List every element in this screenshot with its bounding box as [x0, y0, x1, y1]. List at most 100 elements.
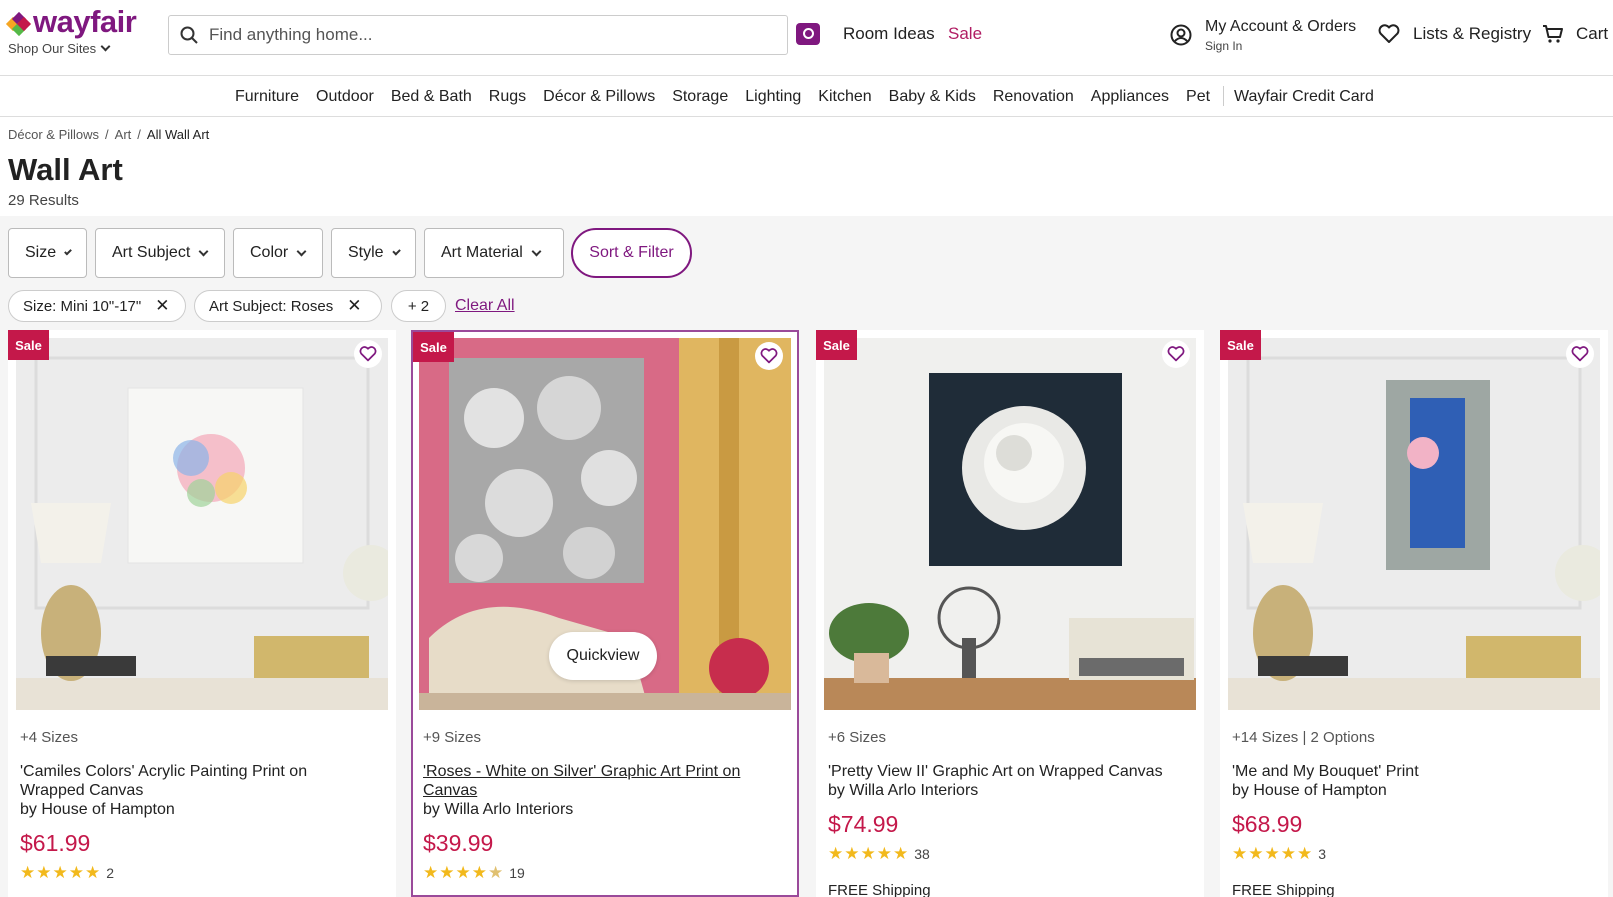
favorite-button[interactable]: [1566, 340, 1594, 368]
nav-item-credit-card[interactable]: Wayfair Credit Card: [1234, 88, 1374, 106]
product-card[interactable]: Sale +4 Sizes 'Camiles Colors' Acrylic P…: [8, 330, 396, 897]
favorite-button[interactable]: [1162, 340, 1190, 368]
sort-filter-button[interactable]: Sort & Filter: [571, 228, 692, 278]
quickview-button[interactable]: Quickview: [549, 632, 657, 680]
star-icon: ★: [828, 844, 844, 863]
top-header: wayfair Shop Our Sites Room Ideas Sale M…: [0, 0, 1613, 76]
nav-item[interactable]: Furniture: [235, 88, 299, 106]
star-icon: ★: [85, 863, 101, 882]
chip-label: Size: Mini 10"-17": [23, 297, 142, 315]
product-price: $74.99: [828, 811, 899, 837]
sale-badge: Sale: [1220, 330, 1261, 360]
nav-items: Furniture Outdoor Bed & Bath Rugs Décor & Pi…: [235, 88, 1227, 106]
camera-search-icon[interactable]: [796, 23, 820, 45]
rating-stars: ★ ★ ★ ★ ★ 19: [423, 864, 525, 881]
rating-stars: ★ ★ ★ ★ ★ 3: [1232, 845, 1326, 862]
filter-label: Style: [348, 244, 384, 261]
filter-size-button[interactable]: Size: [8, 228, 87, 278]
nav-divider: [1223, 86, 1224, 106]
favorite-button[interactable]: [354, 340, 382, 368]
heart-icon[interactable]: [1378, 24, 1400, 44]
filter-art-subject-button[interactable]: Art Subject: [95, 228, 225, 278]
star-icon: ★: [36, 863, 52, 882]
product-name[interactable]: 'Me and My Bouquet' Print: [1232, 763, 1419, 780]
star-icon: ★: [844, 844, 860, 863]
product-card[interactable]: Sale +6 Sizes 'Pretty View II' Graphic A…: [816, 330, 1204, 897]
product-title[interactable]: 'Me and My Bouquet' Print by House of Ha…: [1232, 762, 1572, 800]
breadcrumb-item[interactable]: Décor & Pillows: [8, 127, 99, 142]
product-title[interactable]: 'Camiles Colors' Acrylic Painting Print …: [20, 762, 360, 819]
heart-icon: [760, 348, 778, 364]
breadcrumb-item[interactable]: Art: [115, 127, 132, 142]
product-sizes: +4 Sizes: [20, 729, 78, 746]
breadcrumb-current[interactable]: All Wall Art: [147, 127, 209, 142]
nav-item[interactable]: Renovation: [993, 88, 1074, 106]
room-ideas-link[interactable]: Room Ideas: [843, 24, 935, 44]
breadcrumb-separator: /: [105, 127, 109, 142]
product-brand: by House of Hampton: [1232, 782, 1387, 799]
star-icon: ★: [20, 863, 36, 882]
nav-item[interactable]: Baby & Kids: [889, 88, 976, 106]
chevron-down-icon: [100, 41, 111, 52]
user-icon: [1170, 24, 1192, 46]
more-filters-chip[interactable]: + 2: [391, 290, 446, 322]
filter-color-button[interactable]: Color: [233, 228, 323, 278]
shop-our-sites-menu[interactable]: Shop Our Sites: [8, 41, 111, 56]
nav-item[interactable]: Appliances: [1091, 88, 1169, 106]
product-image[interactable]: [824, 338, 1196, 710]
product-image[interactable]: [1228, 338, 1600, 710]
filter-art-material-button[interactable]: Art Material: [424, 228, 564, 278]
clear-all-link[interactable]: Clear All: [455, 297, 515, 315]
nav-item[interactable]: Rugs: [489, 88, 526, 106]
nav-item[interactable]: Lighting: [745, 88, 801, 106]
review-count: 19: [509, 864, 525, 881]
nav-item[interactable]: Bed & Bath: [391, 88, 472, 106]
star-icon: ★: [1232, 844, 1248, 863]
product-card[interactable]: Sale Quickview +9 Sizes 'Roses - White o…: [411, 330, 799, 897]
nav-item[interactable]: Kitchen: [818, 88, 871, 106]
sale-badge: Sale: [413, 332, 454, 362]
filter-style-button[interactable]: Style: [331, 228, 416, 278]
product-name[interactable]: 'Pretty View II' Graphic Art on Wrapped …: [828, 763, 1163, 780]
search-bar[interactable]: [168, 15, 788, 55]
product-brand: by Willa Arlo Interiors: [828, 782, 979, 799]
review-count: 38: [914, 845, 930, 862]
product-card[interactable]: Sale +14 Sizes | 2 Options 'Me and My Bo…: [1220, 330, 1608, 897]
chevron-down-icon: [296, 246, 307, 256]
star-icon: ★: [68, 863, 84, 882]
category-nav: Furniture Outdoor Bed & Bath Rugs Décor & Pi…: [0, 76, 1613, 117]
star-icon: ★: [471, 863, 487, 882]
nav-item[interactable]: Storage: [672, 88, 728, 106]
product-brand: by House of Hampton: [20, 801, 175, 818]
star-icon: ★: [860, 844, 876, 863]
product-title[interactable]: 'Roses - White on Silver' Graphic Art Pr…: [423, 762, 763, 819]
product-name[interactable]: 'Camiles Colors' Acrylic Painting Print …: [20, 763, 307, 799]
chevron-down-icon: [531, 246, 542, 256]
sale-link[interactable]: Sale: [948, 24, 982, 44]
lists-registry-link[interactable]: Lists & Registry: [1413, 24, 1531, 44]
product-name[interactable]: 'Roses - White on Silver' Graphic Art Pr…: [423, 763, 740, 799]
chevron-down-icon: [64, 247, 72, 255]
close-icon[interactable]: ✕: [347, 296, 361, 316]
product-title[interactable]: 'Pretty View II' Graphic Art on Wrapped …: [828, 762, 1188, 800]
search-input[interactable]: [209, 25, 769, 45]
close-icon[interactable]: ✕: [155, 296, 169, 316]
nav-item[interactable]: Décor & Pillows: [543, 88, 655, 106]
wayfair-logo[interactable]: wayfair: [5, 4, 137, 40]
nav-item[interactable]: Outdoor: [316, 88, 374, 106]
product-photo-room-scene: [1228, 338, 1600, 710]
review-count: 3: [1318, 845, 1327, 862]
star-icon: ★: [455, 863, 471, 882]
filter-label: Size: [25, 244, 57, 261]
star-icon: ★: [1264, 844, 1280, 863]
active-filter-chip[interactable]: Size: Mini 10"-17" ✕: [8, 290, 186, 322]
favorite-button[interactable]: [755, 342, 783, 370]
cart-link[interactable]: Cart: [1576, 24, 1608, 44]
sign-in-label: Sign In: [1205, 39, 1243, 53]
active-filter-chip[interactable]: Art Subject: Roses ✕: [194, 290, 382, 322]
chevron-down-icon: [198, 246, 209, 256]
nav-item[interactable]: Pet: [1186, 88, 1210, 106]
shipping-info: FREE Shipping: [828, 882, 931, 897]
cart-icon[interactable]: [1542, 24, 1564, 44]
product-image[interactable]: [16, 338, 388, 710]
